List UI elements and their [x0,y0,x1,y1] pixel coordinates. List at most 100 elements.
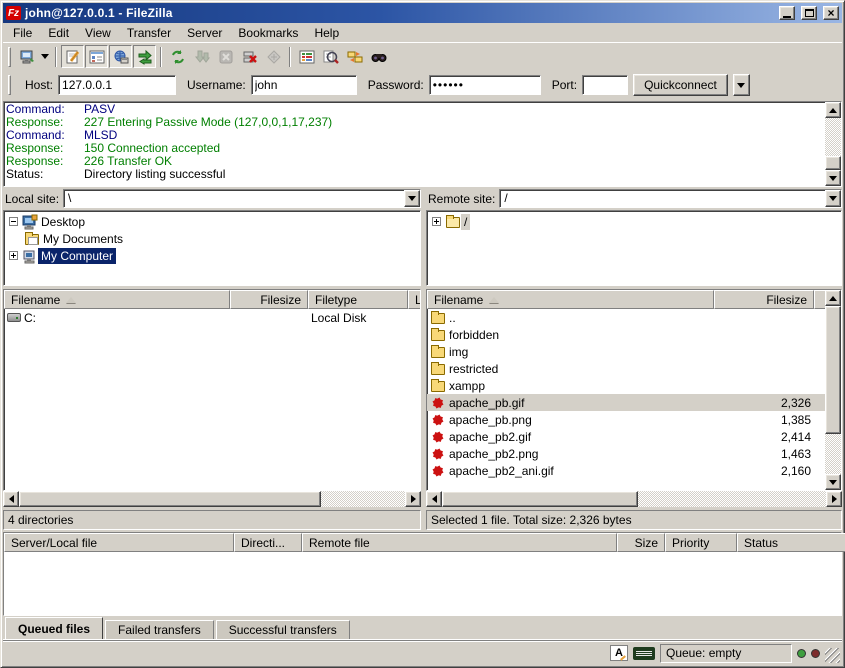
process-queue-button[interactable] [190,45,213,68]
menu-view[interactable]: View [77,24,119,42]
menu-help[interactable]: Help [306,24,347,42]
close-button[interactable]: × [823,6,839,20]
column-header-status[interactable]: Status [737,533,845,552]
reconnect-button[interactable] [262,45,285,68]
refresh-button[interactable] [166,45,189,68]
scroll-down-button[interactable] [825,474,841,490]
tab-failed-transfers[interactable]: Failed transfers [105,620,214,639]
maximize-icon [805,9,814,17]
tab-successful-transfers[interactable]: Successful transfers [216,620,350,639]
remote-file-row[interactable]: forbidden [427,326,825,343]
quickconnect-grip[interactable] [8,75,11,95]
tree-item-my-computer[interactable]: My Computer [5,247,419,264]
remote-file-row[interactable]: xampp [427,377,825,394]
scroll-thumb[interactable] [19,491,321,507]
remote-file-row-selected[interactable]: apache_pb.gif2,326 [427,394,825,411]
ascii-data-type-icon[interactable]: A [610,645,628,661]
toolbar-grip[interactable] [8,47,11,67]
directory-comparison-button[interactable] [319,45,342,68]
menu-file[interactable]: File [5,24,40,42]
column-header-filename[interactable]: Filename [427,290,714,309]
scroll-thumb[interactable] [825,156,841,170]
remote-vertical-scrollbar[interactable] [825,290,841,490]
column-header-priority[interactable]: Priority [665,533,737,552]
scroll-up-button[interactable] [825,102,841,118]
menu-transfer[interactable]: Transfer [119,24,179,42]
directory-filters-button[interactable] [295,45,318,68]
scroll-left-button[interactable] [426,491,442,507]
expand-expander-icon[interactable] [432,217,441,226]
toggle-message-log-button[interactable] [61,45,84,68]
tab-label: Failed transfers [118,623,201,637]
synchronized-browsing-button[interactable] [343,45,366,68]
scroll-left-button[interactable] [3,491,19,507]
remote-file-row[interactable]: restricted [427,360,825,377]
local-file-row[interactable]: C: Local Disk [4,309,420,326]
username-input[interactable] [251,75,357,95]
speed-limit-icon[interactable] [633,647,655,660]
remote-site-combo[interactable]: / [499,189,842,208]
disconnect-button[interactable] [238,45,261,68]
remote-file-row[interactable]: apache_pb.png1,385 [427,411,825,428]
tree-item-desktop[interactable]: Desktop [5,213,419,230]
local-site-combo-button[interactable] [404,190,420,207]
password-input[interactable] [429,75,541,95]
collapse-expander-icon[interactable] [9,217,18,226]
scroll-track[interactable] [825,118,841,156]
tree-item-label: / [461,214,470,230]
remote-site-bar: Remote site: / [426,189,842,210]
expand-expander-icon[interactable] [9,251,18,260]
remote-file-row[interactable]: apache_pb2.png1,463 [427,445,825,462]
remote-site-combo-button[interactable] [825,190,841,207]
host-input[interactable] [58,75,176,95]
minimize-button[interactable] [779,6,795,20]
column-header-last-modified[interactable]: L [408,290,420,309]
quickconnect-button[interactable]: Quickconnect [633,74,728,96]
remote-file-row[interactable]: apache_pb2.gif2,414 [427,428,825,445]
scroll-up-button[interactable] [825,290,841,306]
column-header-filesize[interactable]: Filesize [714,290,814,309]
local-site-combo[interactable]: \ [63,189,421,208]
site-manager-dropdown[interactable] [39,45,51,68]
toggle-local-tree-button[interactable] [85,45,108,68]
menu-server[interactable]: Server [179,24,230,42]
port-input[interactable] [582,75,628,95]
scroll-thumb[interactable] [442,491,638,507]
find-files-button[interactable] [367,45,390,68]
window-resize-grip[interactable] [825,648,840,663]
local-horizontal-scrollbar[interactable] [3,491,421,507]
quickconnect-dropdown[interactable] [733,74,750,96]
maximize-button[interactable] [801,6,817,20]
column-header-filetype[interactable]: Filetype [308,290,408,309]
log-line-text: Directory listing successful [84,168,225,181]
scroll-down-button[interactable] [825,170,841,186]
column-header-filesize[interactable]: Filesize [230,290,308,309]
remote-file-row[interactable]: apache_pb2_ani.gif2,160 [427,462,825,479]
cancel-operation-button[interactable] [214,45,237,68]
scroll-thumb[interactable] [825,306,841,434]
scroll-right-button[interactable] [826,491,842,507]
log-vertical-scrollbar[interactable] [825,102,841,186]
titlebar[interactable]: Fz john@127.0.0.1 - FileZilla × [3,3,842,23]
remote-horizontal-scrollbar[interactable] [426,491,842,507]
toggle-remote-tree-button[interactable] [109,45,132,68]
scroll-track[interactable] [321,491,405,507]
column-header-remote-file[interactable]: Remote file [302,533,617,552]
remote-file-row[interactable]: img [427,343,825,360]
scroll-track[interactable] [638,491,826,507]
remote-file-row[interactable]: .. [427,309,825,326]
scroll-track[interactable] [825,434,841,474]
tree-item-root[interactable]: / [428,213,840,230]
column-header-filename[interactable]: Filename [4,290,230,309]
toggle-transfer-queue-button[interactable] [133,45,156,68]
menu-bookmarks[interactable]: Bookmarks [230,24,306,42]
column-header-server-local-file[interactable]: Server/Local file [4,533,234,552]
tree-item-my-documents[interactable]: My Documents [5,230,419,247]
scroll-right-button[interactable] [405,491,421,507]
column-header-direction[interactable]: Directi... [234,533,302,552]
column-label: Filename [434,293,483,307]
site-manager-button[interactable] [15,45,38,68]
tab-queued-files[interactable]: Queued files [5,617,103,639]
column-header-size[interactable]: Size [617,533,665,552]
menu-edit[interactable]: Edit [40,24,77,42]
